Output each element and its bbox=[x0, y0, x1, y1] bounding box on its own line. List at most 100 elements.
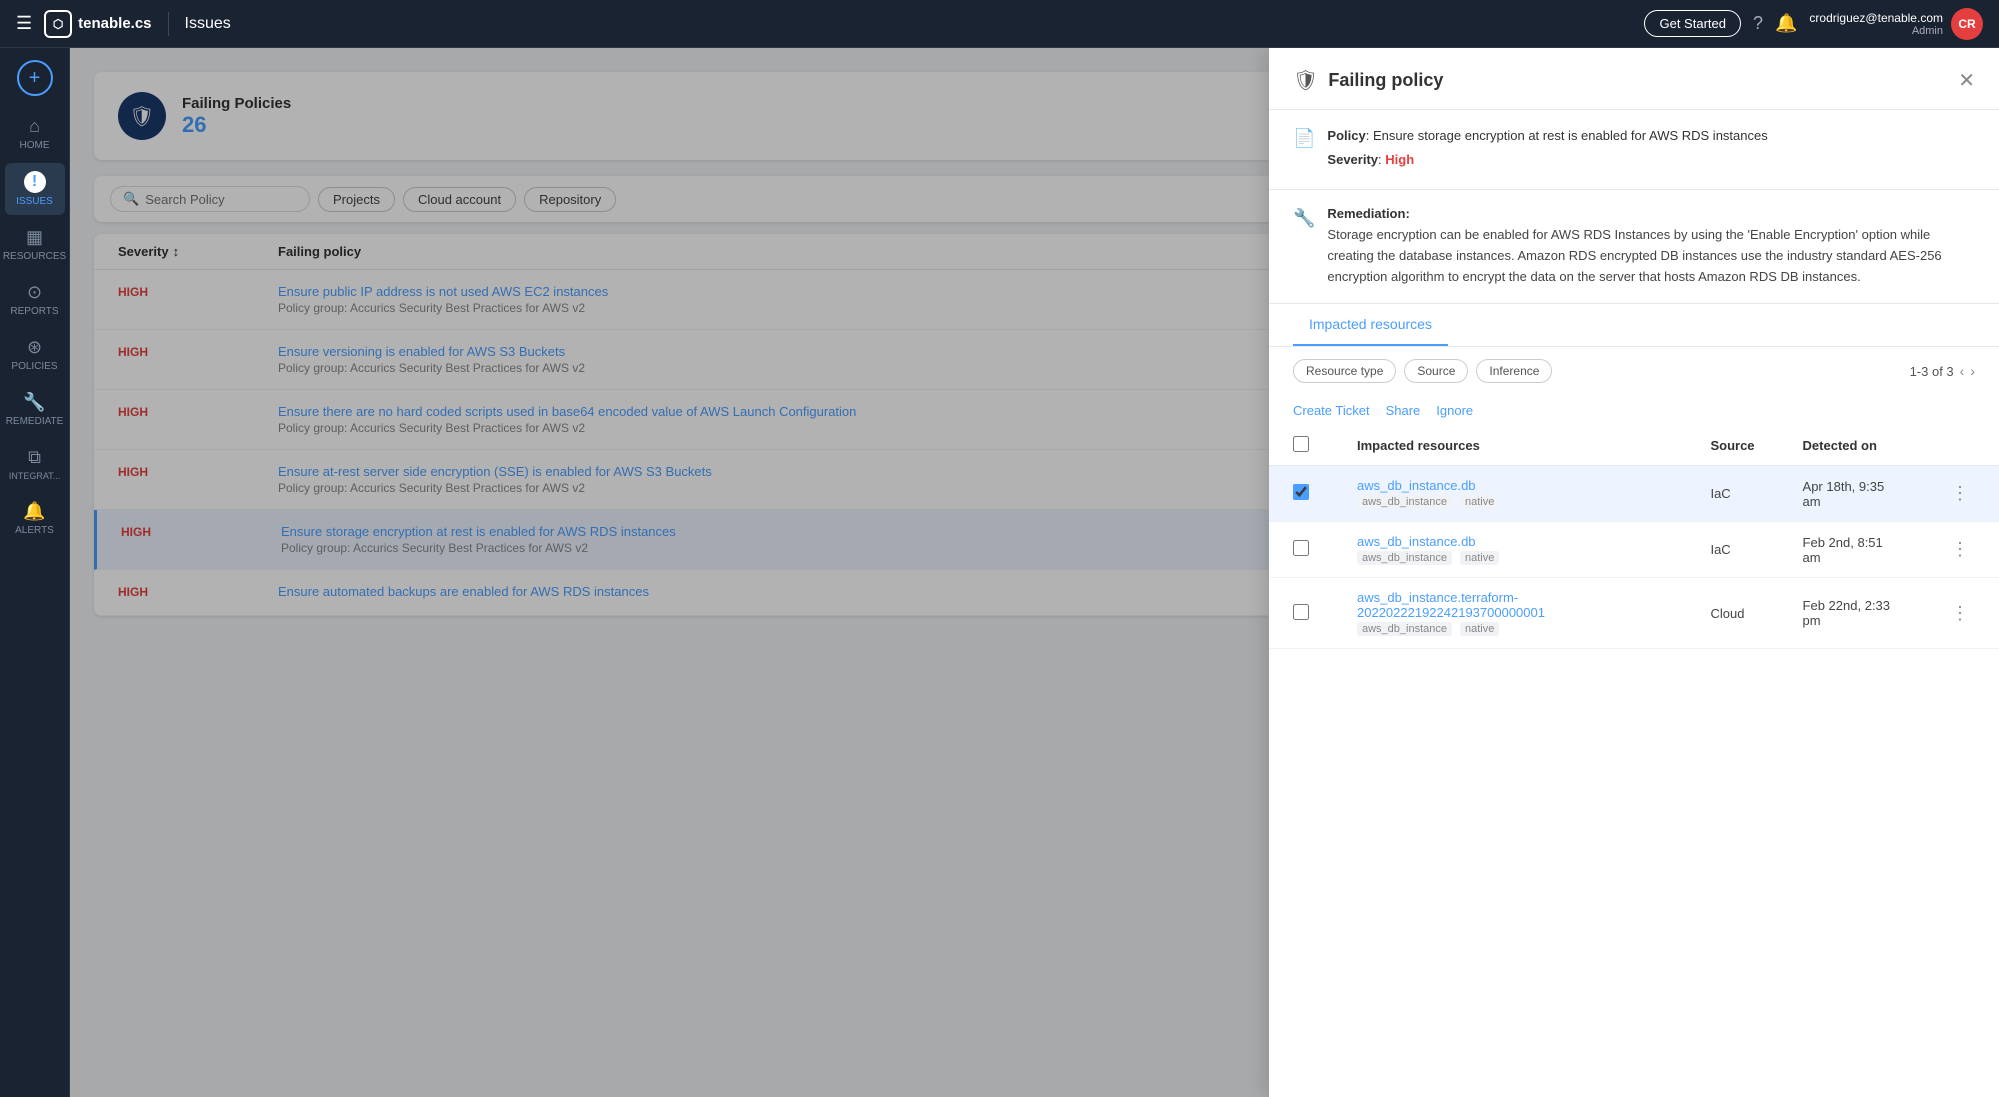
create-ticket-link[interactable]: Create Ticket bbox=[1293, 403, 1370, 418]
sidebar-item-issues[interactable]: ! ISSUES bbox=[5, 163, 65, 215]
resource-link[interactable]: aws_db_instance.db bbox=[1357, 478, 1662, 493]
tab-impacted-resources[interactable]: Impacted resources bbox=[1293, 304, 1448, 346]
source-cell: IaC bbox=[1686, 466, 1778, 522]
severity-label: Severity bbox=[1327, 152, 1378, 167]
avatar[interactable]: CR bbox=[1951, 8, 1983, 40]
more-actions-cell: ⋮ bbox=[1921, 578, 1999, 649]
policy-label: Policy bbox=[1327, 128, 1365, 143]
alerts-icon: 🔔 bbox=[23, 501, 45, 522]
resource-meta: aws_db_instance native bbox=[1357, 551, 1662, 565]
sidebar-item-integrations[interactable]: ⧉ INTEGRAT... bbox=[5, 439, 65, 489]
sidebar-label-policies: POLICIES bbox=[11, 361, 57, 372]
ignore-link[interactable]: Ignore bbox=[1436, 403, 1473, 418]
sidebar-label-integrations: INTEGRAT... bbox=[9, 471, 60, 481]
panel-shield-icon: 🛡 bbox=[1293, 68, 1318, 93]
sidebar-label-issues: ISSUES bbox=[16, 196, 53, 207]
resource-meta: aws_db_instance native bbox=[1357, 622, 1662, 636]
detected-on-cell: Apr 18th, 9:35 am bbox=[1779, 466, 1921, 522]
row-checkbox[interactable] bbox=[1293, 484, 1309, 500]
resource-row[interactable]: aws_db_instance.db aws_db_instance nativ… bbox=[1269, 466, 1999, 522]
detected-on-value: Feb 22nd, 2:33 pm bbox=[1803, 598, 1890, 628]
remediation-title: Remediation: bbox=[1327, 206, 1975, 221]
resource-name-cell: aws_db_instance.db aws_db_instance nativ… bbox=[1333, 466, 1686, 522]
sidebar-label-remediate: REMEDIATE bbox=[6, 416, 64, 427]
source-cell: IaC bbox=[1686, 522, 1778, 578]
resource-row[interactable]: aws_db_instance.db aws_db_instance nativ… bbox=[1269, 522, 1999, 578]
right-panel: 🛡 Failing policy ✕ 📄 Policy: Ensure stor… bbox=[1269, 48, 1999, 1097]
detected-on-cell: Feb 2nd, 8:51 am bbox=[1779, 522, 1921, 578]
row-checkbox-cell bbox=[1269, 522, 1333, 578]
logo: ⬡ tenable.cs bbox=[44, 10, 151, 38]
sidebar-item-home[interactable]: ⌂ HOME bbox=[5, 108, 65, 159]
next-page-button[interactable]: › bbox=[1970, 363, 1975, 379]
sidebar-item-remediate[interactable]: 🔧 REMEDIATE bbox=[5, 384, 65, 435]
resource-link[interactable]: aws_db_instance.db bbox=[1357, 534, 1662, 549]
logo-text: tenable.cs bbox=[78, 15, 151, 32]
menu-icon[interactable]: ☰ bbox=[16, 13, 32, 34]
more-actions-button[interactable]: ⋮ bbox=[1945, 537, 1975, 562]
document-icon: 📄 bbox=[1293, 128, 1315, 173]
policies-icon: ⊛ bbox=[27, 337, 42, 358]
user-email: crodriguez@tenable.com bbox=[1809, 11, 1943, 25]
source-chip[interactable]: Source bbox=[1404, 359, 1468, 383]
resource-link[interactable]: aws_db_instance.terraform-20220222192242… bbox=[1357, 590, 1662, 620]
resource-row[interactable]: aws_db_instance.terraform-20220222192242… bbox=[1269, 578, 1999, 649]
row-checkbox[interactable] bbox=[1293, 604, 1309, 620]
sidebar-item-alerts[interactable]: 🔔 ALERTS bbox=[5, 493, 65, 544]
pagination: 1-3 of 3 ‹ › bbox=[1910, 363, 1975, 379]
notification-icon[interactable]: 🔔 bbox=[1775, 13, 1797, 34]
share-link[interactable]: Share bbox=[1386, 403, 1421, 418]
close-button[interactable]: ✕ bbox=[1958, 68, 1975, 93]
resource-tag-type: aws_db_instance bbox=[1357, 551, 1452, 565]
resource-name-cell: aws_db_instance.terraform-20220222192242… bbox=[1333, 578, 1686, 649]
more-actions-cell: ⋮ bbox=[1921, 466, 1999, 522]
integrations-icon: ⧉ bbox=[28, 447, 41, 468]
resource-type-chip[interactable]: Resource type bbox=[1293, 359, 1396, 383]
resource-tag-native: native bbox=[1460, 495, 1499, 509]
source-cell: Cloud bbox=[1686, 578, 1778, 649]
sidebar-label-home: HOME bbox=[20, 140, 50, 151]
get-started-button[interactable]: Get Started bbox=[1644, 10, 1740, 37]
reports-icon: ⊙ bbox=[27, 282, 42, 303]
impacted-resources-column-header: Impacted resources bbox=[1333, 426, 1686, 466]
user-info: crodriguez@tenable.com Admin CR bbox=[1809, 8, 1983, 40]
detected-on-value: Apr 18th, 9:35 am bbox=[1803, 479, 1885, 509]
sidebar-item-policies[interactable]: ⊛ POLICIES bbox=[5, 329, 65, 380]
checkbox-column-header bbox=[1269, 426, 1333, 466]
inference-chip[interactable]: Inference bbox=[1476, 359, 1552, 383]
resources-table-header: Impacted resources Source Detected on bbox=[1269, 426, 1999, 466]
tab-list: Impacted resources bbox=[1293, 304, 1975, 346]
resource-meta: aws_db_instance native bbox=[1357, 495, 1662, 509]
row-checkbox[interactable] bbox=[1293, 540, 1309, 556]
sidebar-label-resources: RESOURCES bbox=[3, 251, 66, 262]
nav-divider bbox=[168, 12, 169, 36]
detected-on-value: Feb 2nd, 8:51 am bbox=[1803, 535, 1883, 565]
help-icon[interactable]: ? bbox=[1753, 13, 1763, 34]
remediation-section: 🔧 Remediation: Storage encryption can be… bbox=[1269, 190, 1999, 304]
detected-on-cell: Feb 22nd, 2:33 pm bbox=[1779, 578, 1921, 649]
policy-name-row: Policy: Ensure storage encryption at res… bbox=[1327, 126, 1975, 146]
sidebar-item-reports[interactable]: ⊙ REPORTS bbox=[5, 274, 65, 325]
resource-tag-type: aws_db_instance bbox=[1357, 495, 1452, 509]
remediate-icon: 🔧 bbox=[23, 392, 45, 413]
panel-tabs: Impacted resources bbox=[1269, 304, 1999, 347]
panel-title: Failing policy bbox=[1328, 70, 1948, 91]
add-button[interactable]: + bbox=[17, 60, 53, 96]
remediation-text: Storage encryption can be enabled for AW… bbox=[1327, 225, 1975, 287]
sidebar-label-alerts: ALERTS bbox=[15, 525, 54, 536]
severity-value: High bbox=[1385, 152, 1414, 167]
select-all-checkbox[interactable] bbox=[1293, 436, 1309, 452]
resource-tag-native: native bbox=[1460, 622, 1499, 636]
more-actions-button[interactable]: ⋮ bbox=[1945, 601, 1975, 626]
home-icon: ⌂ bbox=[29, 116, 40, 137]
row-checkbox-cell bbox=[1269, 466, 1333, 522]
sidebar-label-reports: REPORTS bbox=[10, 306, 58, 317]
sidebar-item-resources[interactable]: ▦ RESOURCES bbox=[5, 219, 65, 270]
severity-row: Severity: High bbox=[1327, 150, 1975, 170]
prev-page-button[interactable]: ‹ bbox=[1960, 363, 1965, 379]
action-links: Create Ticket Share Ignore bbox=[1269, 395, 1999, 426]
policy-text: Ensure storage encryption at rest is ena… bbox=[1373, 128, 1768, 143]
logo-icon: ⬡ bbox=[44, 10, 72, 38]
more-actions-button[interactable]: ⋮ bbox=[1945, 481, 1975, 506]
source-badge: IaC bbox=[1710, 486, 1730, 501]
